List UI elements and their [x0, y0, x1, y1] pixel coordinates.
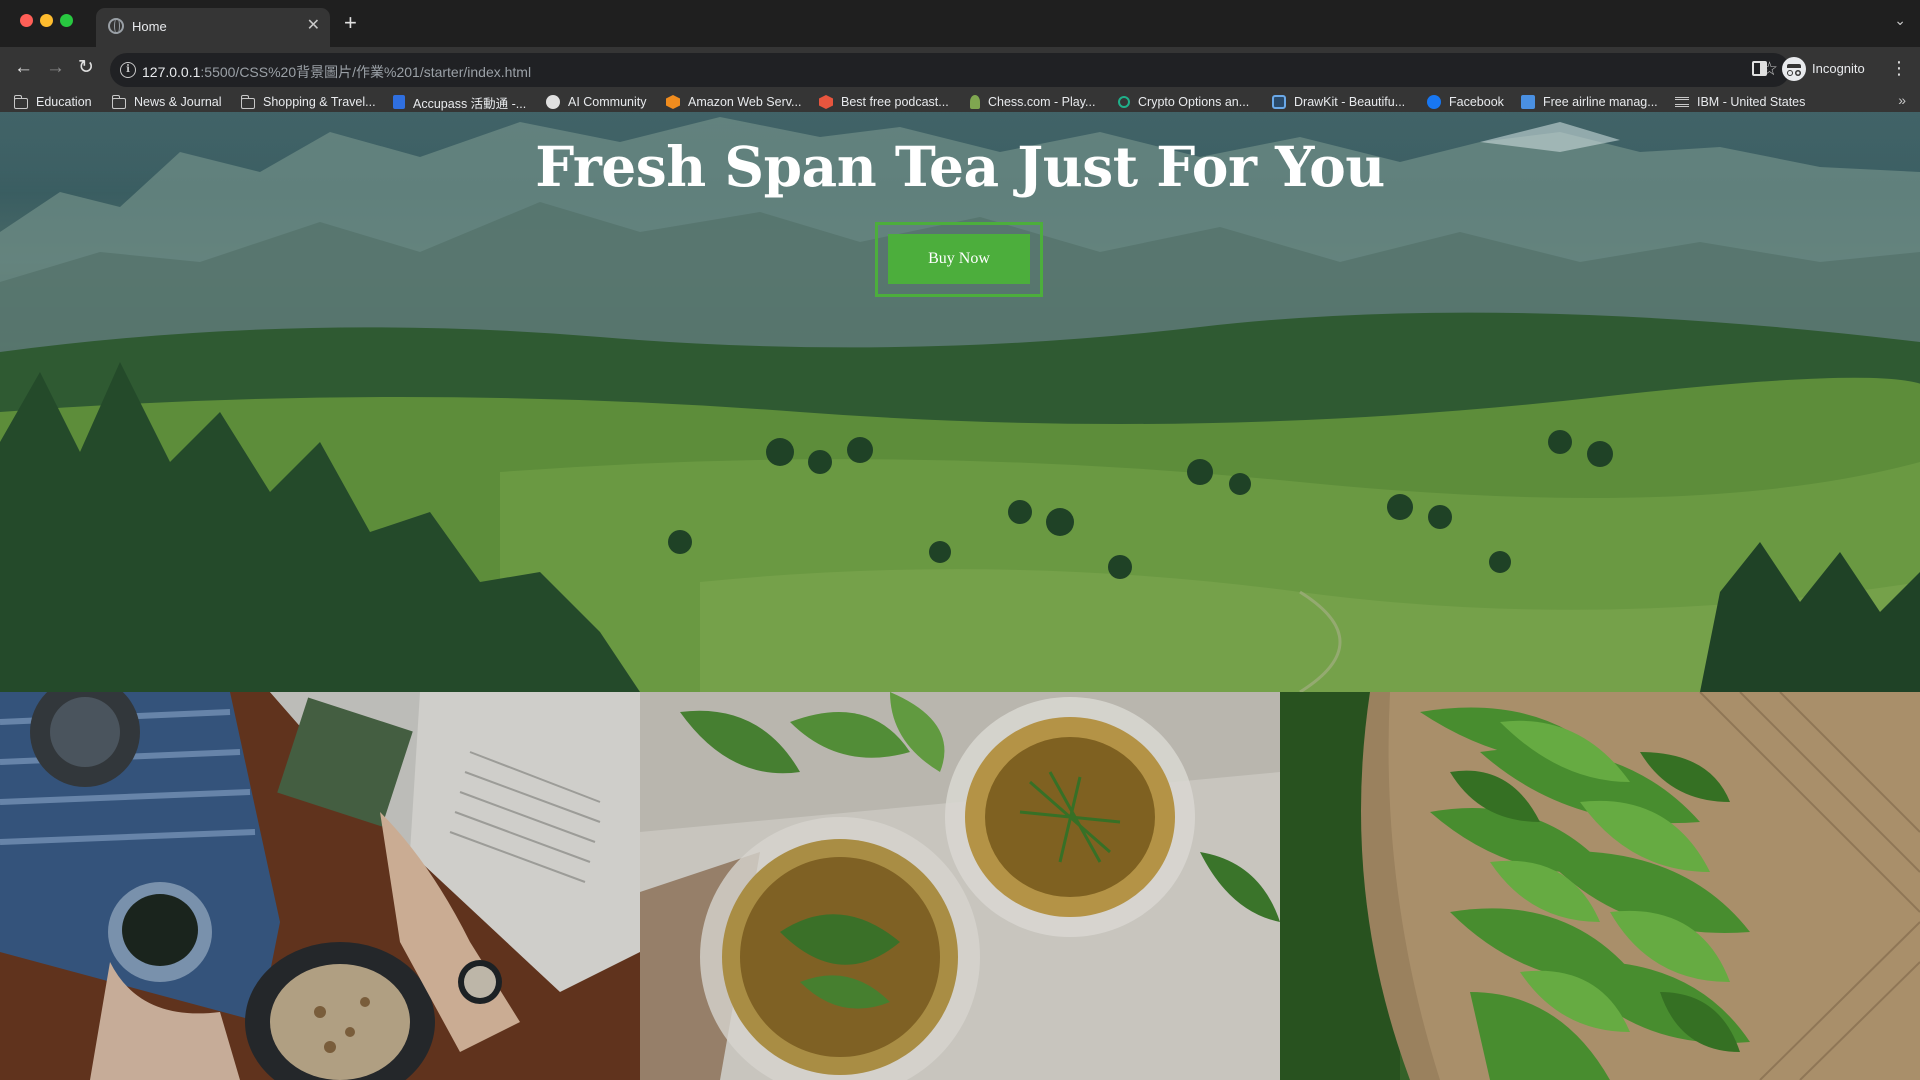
herbal-tea-illustration — [640, 692, 1280, 1080]
address-bar[interactable]: i 127.0.0.1:5500/CSS%20背景圖片/作業%201/start… — [110, 53, 1790, 87]
drawkit-icon — [1272, 95, 1286, 109]
side-panel-icon[interactable] — [1752, 61, 1767, 76]
profile-button[interactable]: Incognito — [1780, 56, 1900, 82]
tea-and-book-illustration — [0, 692, 640, 1080]
bookmark-news-journal[interactable]: News & Journal — [111, 93, 222, 111]
page-viewport: Fresh Span Tea Just For You Buy Now — [0, 112, 1920, 1080]
tab-close-icon[interactable]: ✕ — [307, 16, 320, 36]
close-window-button[interactable] — [20, 14, 33, 27]
url-host: 127.0.0.1 — [142, 64, 201, 80]
folder-icon — [240, 94, 255, 109]
tea-leaves-illustration — [1280, 692, 1920, 1080]
bookmark-shopping-travel[interactable]: Shopping & Travel... — [240, 93, 376, 111]
bookmark-label: Free airline manag... — [1543, 95, 1658, 109]
bookmark-label: Crypto Options an... — [1138, 95, 1250, 109]
profile-label: Incognito — [1812, 61, 1865, 76]
tab-strip: Home ✕ + ⌄ — [0, 0, 1920, 47]
bookmark-label: Best free podcast... — [841, 95, 949, 109]
crypto-icon — [1118, 96, 1130, 108]
ibm-icon — [1675, 97, 1689, 107]
bookmark-drawkit[interactable]: DrawKit - Beautifu... — [1272, 93, 1405, 111]
buy-now-button[interactable]: Buy Now — [888, 234, 1030, 284]
bookmark-accupass[interactable]: Accupass 活動通 -... — [393, 93, 526, 111]
bookmark-label: Education — [36, 95, 92, 109]
bookmark-label: DrawKit - Beautifu... — [1294, 95, 1406, 109]
hero-title: Fresh Span Tea Just For You — [535, 134, 1385, 199]
minimize-window-button[interactable] — [40, 14, 53, 27]
bookmark-label: Facebook — [1449, 95, 1504, 109]
bookmark-label: News & Journal — [134, 95, 222, 109]
globe-icon — [108, 18, 124, 34]
bookmark-ibm[interactable]: IBM - United States — [1675, 93, 1805, 111]
bookmark-airline[interactable]: Free airline manag... — [1521, 93, 1658, 111]
incognito-icon — [1782, 57, 1806, 81]
kebab-menu-icon[interactable]: ⋮ — [1890, 57, 1908, 79]
aws-icon — [666, 95, 680, 109]
bookmark-chess[interactable]: Chess.com - Play... — [970, 93, 1095, 111]
maximize-window-button[interactable] — [60, 14, 73, 27]
bookmark-label: Chess.com - Play... — [988, 95, 1096, 109]
accupass-icon — [393, 95, 405, 109]
mountain-landscape-photo — [0, 117, 1920, 692]
folder-icon — [13, 94, 28, 109]
bookmark-education[interactable]: Education — [13, 93, 92, 111]
podcast-icon — [819, 95, 833, 109]
bookmarks-bar: Education News & Journal Shopping & Trav… — [0, 92, 1920, 112]
forward-arrow-icon[interactable]: → — [46, 57, 65, 79]
folder-icon — [111, 94, 126, 109]
tab-title: Home — [132, 19, 167, 34]
hero-section: Fresh Span Tea Just For You Buy Now — [0, 112, 1920, 692]
url-path: :5500/CSS%20背景圖片/作業%201/starter/index.ht… — [200, 64, 532, 80]
active-tab[interactable]: Home ✕ — [96, 8, 330, 47]
reload-icon[interactable]: ↻ — [78, 57, 94, 79]
bookmark-label: IBM - United States — [1697, 95, 1806, 109]
airline-icon — [1521, 95, 1535, 109]
bookmark-label: Shopping & Travel... — [263, 95, 376, 109]
bookmark-label: Accupass 活動通 -... — [413, 96, 527, 111]
bookmark-label: AI Community — [568, 95, 647, 109]
bookmark-ai-community[interactable]: AI Community — [546, 93, 647, 111]
facebook-icon — [1427, 95, 1441, 109]
herbal-tea-glasses-photo — [640, 692, 1280, 1080]
bookmark-podcast[interactable]: Best free podcast... — [819, 93, 949, 111]
tea-and-book-photo — [0, 692, 640, 1080]
chess-icon — [970, 95, 980, 109]
url-text[interactable]: 127.0.0.1:5500/CSS%20背景圖片/作業%201/starter… — [142, 62, 531, 82]
back-arrow-icon[interactable]: ← — [14, 57, 33, 79]
ai-community-icon — [546, 95, 560, 109]
browser-toolbar: ← → ↻ i 127.0.0.1:5500/CSS%20背景圖片/作業%201… — [0, 47, 1920, 92]
bookmark-facebook[interactable]: Facebook — [1427, 93, 1504, 111]
tab-search-chevron-icon[interactable]: ⌄ — [1894, 12, 1906, 29]
bookmark-aws[interactable]: Amazon Web Serv... — [666, 93, 801, 111]
site-info-icon[interactable]: i — [120, 62, 136, 78]
more-bookmarks-chevron-icon[interactable]: » — [1898, 92, 1906, 108]
green-tea-leaves-basket-photo — [1280, 692, 1920, 1080]
bookmark-label: Amazon Web Serv... — [688, 95, 802, 109]
bookmark-crypto[interactable]: Crypto Options an... — [1118, 93, 1249, 111]
new-tab-button[interactable]: + — [344, 10, 357, 36]
